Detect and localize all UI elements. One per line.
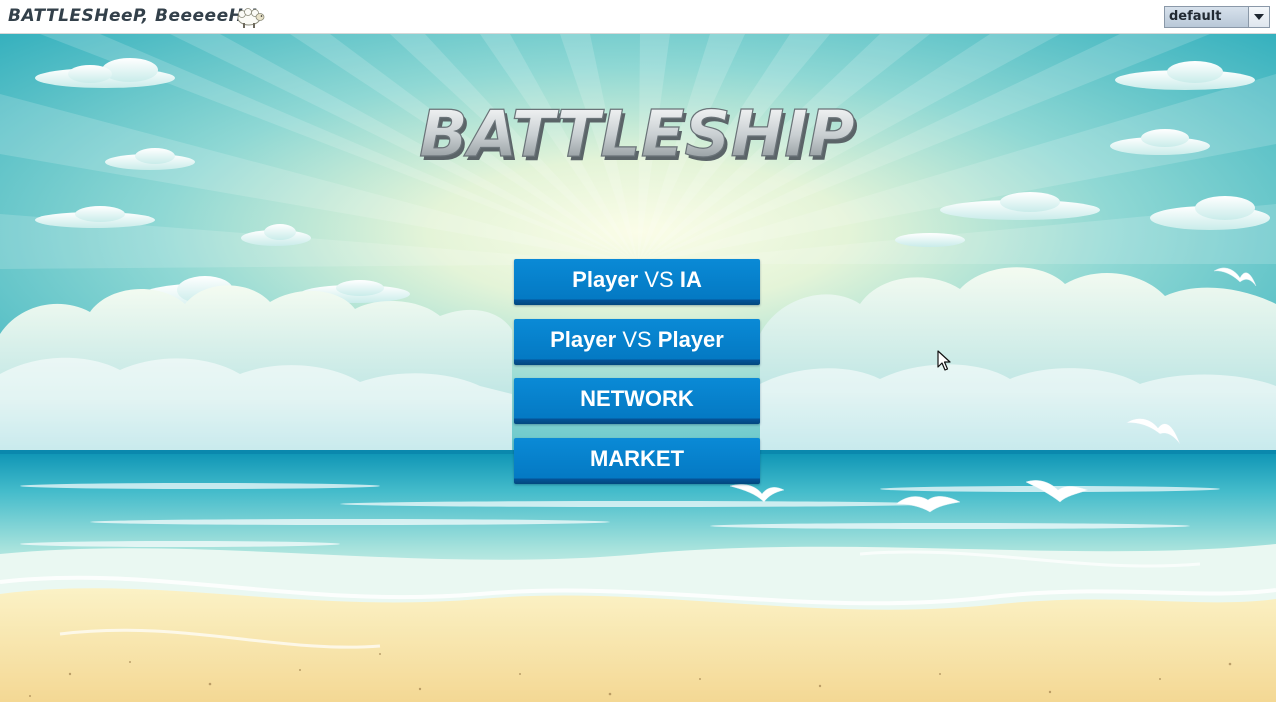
title-bar: BATTLESHeeP, BeeeeeH ! default <box>0 0 1276 34</box>
player-vs-player-vs: VS <box>622 327 652 352</box>
market-label: MARKET <box>589 446 685 471</box>
chevron-down-icon[interactable] <box>1248 7 1269 27</box>
app-window: BATTLESHeeP, BeeeeeH ! default BATTLESHI… <box>0 0 1276 702</box>
player-vs-player-left: Player <box>550 327 617 352</box>
battleship-logo: BATTLESHIP BATTLESHIP <box>418 97 858 176</box>
mouse-pointer-icon <box>937 350 951 371</box>
market-button[interactable]: MARKET <box>514 438 760 484</box>
beach-scene-illustration: BATTLESHIP BATTLESHIP <box>0 34 1276 702</box>
player-vs-player-right: Player <box>657 327 724 352</box>
player-vs-ia-right: IA <box>679 267 702 292</box>
sheep-icon <box>237 8 265 28</box>
network-label: NETWORK <box>580 386 694 411</box>
beach-background: BATTLESHIP BATTLESHIP <box>0 34 1276 702</box>
theme-select[interactable]: default <box>1164 6 1270 28</box>
app-title: BATTLESHeeP, BeeeeeH ! <box>8 6 259 26</box>
network-button[interactable]: NETWORK <box>514 378 760 424</box>
player-vs-ia-vs: VS <box>644 267 674 292</box>
logo-text: BATTLESHIP <box>419 98 855 172</box>
player-vs-ia-button[interactable]: Player VS IA <box>514 259 760 305</box>
theme-select-value: default <box>1169 9 1222 24</box>
player-vs-ia-left: Player <box>572 267 639 292</box>
player-vs-player-button[interactable]: Player VS Player <box>514 319 760 365</box>
